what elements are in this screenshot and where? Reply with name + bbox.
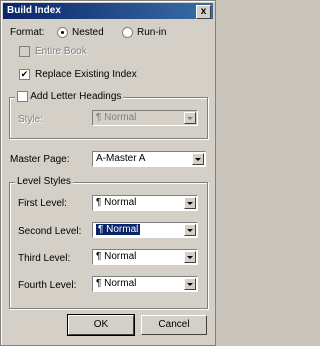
fourth-level-label: Fourth Level:: [18, 280, 77, 291]
format-run-in-radio[interactable]: [122, 27, 133, 38]
third-level-value: ¶ Normal: [96, 251, 137, 262]
second-level-value: ¶ Normal: [94, 223, 142, 236]
master-page-select[interactable]: A-Master A: [92, 151, 206, 167]
level-styles-legend: Level Styles: [15, 176, 73, 187]
chevron-down-icon: [192, 153, 204, 165]
style-select-value: ¶ Normal: [96, 112, 137, 123]
chevron-down-icon: [184, 224, 196, 236]
format-label: Format:: [10, 27, 45, 38]
add-letter-headings-label[interactable]: Add Letter Headings: [30, 91, 121, 102]
format-run-in-label[interactable]: Run-in: [137, 27, 166, 38]
ok-button[interactable]: OK: [67, 314, 135, 336]
replace-existing-label[interactable]: Replace Existing Index: [35, 69, 137, 80]
second-level-label: Second Level:: [18, 226, 82, 237]
format-nested-label[interactable]: Nested: [72, 27, 104, 38]
build-index-dialog: Build Index x Format: Nested Run-in Enti…: [0, 0, 216, 346]
entire-book-label: Entire Book: [35, 46, 87, 57]
dialog-title: Build Index: [7, 5, 61, 16]
fourth-level-select[interactable]: ¶ Normal: [92, 276, 198, 292]
second-level-select[interactable]: ¶ Normal: [92, 222, 198, 238]
close-button[interactable]: x: [196, 5, 211, 19]
add-letter-headings-checkbox[interactable]: [17, 91, 28, 102]
chevron-down-icon: [184, 197, 196, 209]
cancel-button[interactable]: Cancel: [141, 315, 207, 335]
chevron-down-icon: [184, 112, 196, 124]
master-page-value: A-Master A: [96, 153, 146, 164]
style-select[interactable]: ¶ Normal: [92, 110, 198, 126]
letter-headings-legend: Add Letter Headings: [15, 91, 124, 103]
title-bar[interactable]: Build Index x: [3, 3, 213, 19]
chevron-down-icon: [184, 278, 196, 290]
chevron-down-icon: [184, 251, 196, 263]
third-level-label: Third Level:: [18, 253, 71, 264]
format-nested-radio[interactable]: [57, 27, 68, 38]
master-page-label: Master Page:: [10, 154, 70, 165]
third-level-select[interactable]: ¶ Normal: [92, 249, 198, 265]
style-label: Style:: [18, 114, 44, 125]
first-level-select[interactable]: ¶ Normal: [92, 195, 198, 211]
entire-book-checkbox[interactable]: [19, 46, 30, 57]
replace-existing-checkbox[interactable]: ✔: [19, 69, 30, 80]
fourth-level-value: ¶ Normal: [96, 278, 137, 289]
first-level-value: ¶ Normal: [96, 197, 137, 208]
first-level-label: First Level:: [18, 198, 67, 209]
